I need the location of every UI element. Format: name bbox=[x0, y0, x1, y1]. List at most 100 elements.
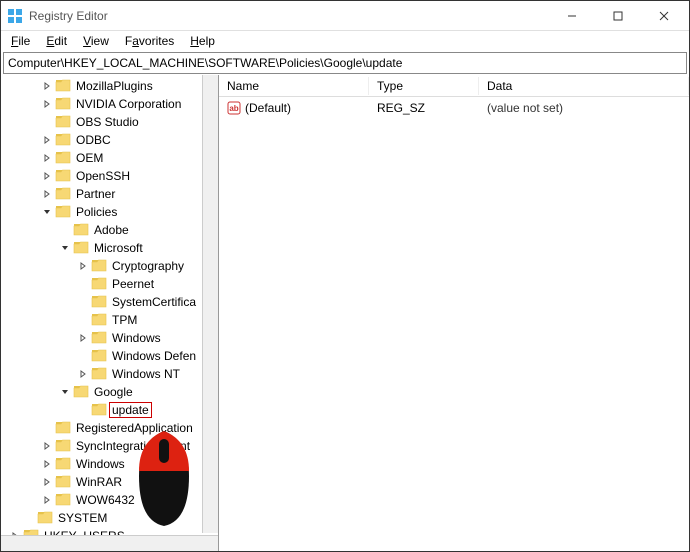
tree-item[interactable]: Adobe bbox=[5, 221, 218, 239]
folder-icon bbox=[91, 295, 107, 309]
expand-icon[interactable] bbox=[41, 134, 53, 146]
list-header: Name Type Data bbox=[219, 75, 689, 97]
maximize-button[interactable] bbox=[595, 1, 641, 31]
folder-icon bbox=[55, 457, 71, 471]
tree-item[interactable]: TPM bbox=[5, 311, 218, 329]
tree-item-label: Google bbox=[92, 385, 135, 399]
tree-item-label: SYSTEM bbox=[56, 511, 109, 525]
expand-icon[interactable] bbox=[41, 152, 53, 164]
column-header-name[interactable]: Name bbox=[219, 77, 369, 95]
tree-item[interactable]: Windows NT bbox=[5, 365, 218, 383]
tree-item[interactable]: update bbox=[5, 401, 218, 419]
tree-item-label: Cryptography bbox=[110, 259, 186, 273]
expand-icon[interactable] bbox=[41, 476, 53, 488]
column-header-type[interactable]: Type bbox=[369, 77, 479, 95]
tree-item[interactable]: MozillaPlugins bbox=[5, 77, 218, 95]
folder-icon bbox=[91, 349, 107, 363]
folder-icon bbox=[55, 133, 71, 147]
minimize-button[interactable] bbox=[549, 1, 595, 31]
tree-item[interactable]: OEM bbox=[5, 149, 218, 167]
tree-item[interactable]: ODBC bbox=[5, 131, 218, 149]
folder-icon bbox=[37, 511, 53, 525]
collapse-icon[interactable] bbox=[59, 386, 71, 398]
tree-item[interactable]: WOW6432 bbox=[5, 491, 218, 509]
tree-item-label: Windows bbox=[110, 331, 163, 345]
folder-icon bbox=[55, 475, 71, 489]
folder-icon bbox=[73, 223, 89, 237]
folder-icon bbox=[91, 259, 107, 273]
tree-item-label: Partner bbox=[74, 187, 117, 201]
expand-icon[interactable] bbox=[41, 494, 53, 506]
tree-item[interactable]: NVIDIA Corporation bbox=[5, 95, 218, 113]
window-controls bbox=[549, 1, 687, 31]
expand-icon[interactable] bbox=[77, 368, 89, 380]
folder-icon bbox=[55, 169, 71, 183]
tree-item-label: SyncIntegrationClient bbox=[74, 439, 192, 453]
menubar: File Edit View Favorites Help bbox=[1, 31, 689, 51]
tree-item[interactable]: SystemCertifica bbox=[5, 293, 218, 311]
close-button[interactable] bbox=[641, 1, 687, 31]
expand-icon[interactable] bbox=[77, 260, 89, 272]
tree-item-label: Microsoft bbox=[92, 241, 145, 255]
svg-text:ab: ab bbox=[229, 104, 238, 113]
titlebar: Registry Editor bbox=[1, 1, 689, 31]
tree-item-label: ODBC bbox=[74, 133, 113, 147]
list-cell-type: REG_SZ bbox=[369, 101, 479, 115]
expand-icon[interactable] bbox=[41, 98, 53, 110]
list-pane[interactable]: Name Type Data ab(Default)REG_SZ(value n… bbox=[219, 75, 689, 551]
menu-view[interactable]: View bbox=[77, 33, 115, 49]
tree-item[interactable]: Microsoft bbox=[5, 239, 218, 257]
tree-item-label: update bbox=[110, 403, 151, 417]
tree-item-label: Peernet bbox=[110, 277, 156, 291]
menu-favorites[interactable]: Favorites bbox=[119, 33, 180, 49]
tree-item[interactable]: Windows Defen bbox=[5, 347, 218, 365]
tree-item[interactable]: Peernet bbox=[5, 275, 218, 293]
folder-icon bbox=[91, 367, 107, 381]
tree-item[interactable]: WinRAR bbox=[5, 473, 218, 491]
expand-icon[interactable] bbox=[41, 80, 53, 92]
tree-item[interactable]: Partner bbox=[5, 185, 218, 203]
tree-item[interactable]: RegisteredApplication bbox=[5, 419, 218, 437]
collapse-icon[interactable] bbox=[59, 242, 71, 254]
window-title: Registry Editor bbox=[29, 9, 549, 23]
tree-item-label: Windows NT bbox=[110, 367, 182, 381]
menu-edit[interactable]: Edit bbox=[40, 33, 73, 49]
address-bar[interactable]: Computer\HKEY_LOCAL_MACHINE\SOFTWARE\Pol… bbox=[3, 52, 687, 74]
list-cell-name: ab(Default) bbox=[219, 101, 369, 115]
tree-item[interactable]: OpenSSH bbox=[5, 167, 218, 185]
string-value-icon: ab bbox=[227, 101, 241, 115]
folder-icon bbox=[55, 421, 71, 435]
tree-item-label: WOW6432 bbox=[74, 493, 137, 507]
tree-vertical-scrollbar[interactable] bbox=[202, 75, 218, 533]
tree-item[interactable]: Cryptography bbox=[5, 257, 218, 275]
expand-icon[interactable] bbox=[41, 170, 53, 182]
folder-icon bbox=[73, 241, 89, 255]
tree-item-label: OpenSSH bbox=[74, 169, 132, 183]
tree-item-label: SystemCertifica bbox=[110, 295, 198, 309]
tree-item[interactable]: Windows bbox=[5, 455, 218, 473]
tree-horizontal-scrollbar[interactable] bbox=[1, 535, 218, 551]
tree-item[interactable]: SYSTEM bbox=[5, 509, 218, 527]
tree-item-label: TPM bbox=[110, 313, 139, 327]
expand-icon[interactable] bbox=[41, 458, 53, 470]
expand-icon[interactable] bbox=[41, 440, 53, 452]
list-cell-data: (value not set) bbox=[479, 101, 689, 115]
folder-icon bbox=[91, 313, 107, 327]
tree-item[interactable]: OBS Studio bbox=[5, 113, 218, 131]
menu-file[interactable]: File bbox=[5, 33, 36, 49]
menu-help[interactable]: Help bbox=[184, 33, 221, 49]
folder-icon bbox=[91, 331, 107, 345]
folder-icon bbox=[91, 277, 107, 291]
collapse-icon[interactable] bbox=[41, 206, 53, 218]
column-header-data[interactable]: Data bbox=[479, 77, 689, 95]
tree-item[interactable]: SyncIntegrationClient bbox=[5, 437, 218, 455]
tree-item[interactable]: Google bbox=[5, 383, 218, 401]
tree-item-label: MozillaPlugins bbox=[74, 79, 155, 93]
list-row[interactable]: ab(Default)REG_SZ(value not set) bbox=[219, 99, 689, 117]
tree-item[interactable]: Windows bbox=[5, 329, 218, 347]
tree-pane[interactable]: MozillaPlugins NVIDIA CorporationOBS Stud… bbox=[1, 75, 219, 551]
expand-icon[interactable] bbox=[77, 332, 89, 344]
expand-icon[interactable] bbox=[41, 188, 53, 200]
folder-icon bbox=[55, 97, 71, 111]
tree-item[interactable]: Policies bbox=[5, 203, 218, 221]
